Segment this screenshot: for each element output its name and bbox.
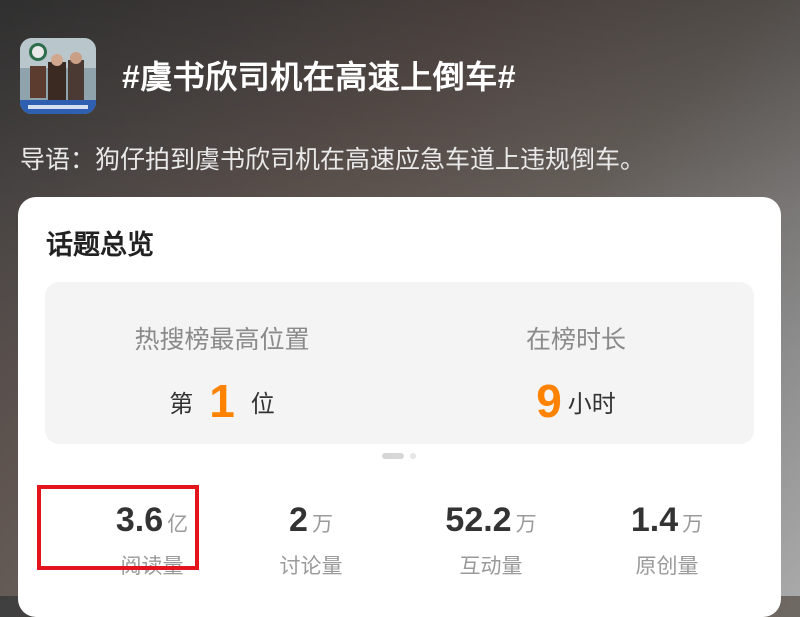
read-count-highlight-box	[37, 485, 199, 570]
ranking-stats-panel[interactable]: 热搜榜最高位置 第 1 位 在榜时长 9 小时	[45, 282, 754, 444]
carousel-dot[interactable]	[410, 453, 416, 459]
topic-intro: 导语：狗仔拍到虞书欣司机在高速应急车道上违规倒车。	[20, 146, 646, 174]
metric-discussion[interactable]: 2万 讨论量	[221, 497, 401, 580]
metric-unit: 万	[515, 513, 537, 536]
video-thumbnail-icon	[20, 38, 96, 114]
metric-label: 讨论量	[279, 555, 343, 578]
rank-suffix: 位	[250, 390, 275, 418]
metric-label: 互动量	[459, 555, 523, 578]
topic-thumbnail[interactable]	[20, 38, 96, 114]
rank-prefix: 第	[169, 390, 194, 418]
carousel-dot-active[interactable]	[382, 453, 404, 459]
overview-title: 话题总览	[46, 230, 154, 260]
metric-unit: 万	[682, 513, 704, 536]
metric-value: 1.4	[630, 501, 679, 539]
topic-title: #虞书欣司机在高速上倒车#	[122, 59, 517, 95]
metric-value: 2	[289, 501, 308, 539]
metric-interaction[interactable]: 52.2 万 互动量	[401, 497, 581, 580]
duration-value: 9	[536, 375, 562, 427]
highest-rank-value: 1	[209, 375, 235, 427]
duration-suffix: 小时	[567, 390, 616, 418]
duration-stat: 在榜时长 9 小时	[399, 320, 753, 426]
metric-unit: 万	[311, 513, 333, 536]
highest-rank-stat: 热搜榜最高位置 第 1 位	[45, 320, 399, 426]
metric-label: 原创量	[635, 555, 699, 578]
metric-original[interactable]: 1.4 万 原创量	[577, 497, 757, 580]
metric-value: 52.2	[445, 501, 512, 539]
highest-rank-label: 热搜榜最高位置	[134, 326, 310, 354]
duration-label: 在榜时长	[525, 326, 626, 354]
